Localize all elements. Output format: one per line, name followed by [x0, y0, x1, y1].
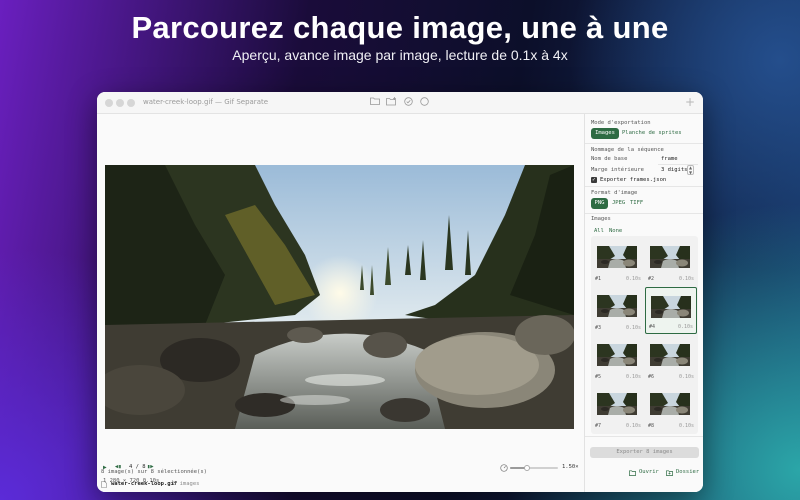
frame-number: #4 — [649, 324, 656, 330]
frame-thumbnail[interactable]: #7 0.10s — [592, 385, 644, 432]
status-bar: water-creek-loop.gif 8 images — [97, 478, 584, 492]
frame-duration: 0.10s — [678, 276, 694, 282]
frame-number: #1 — [595, 276, 602, 282]
check-circle-icon[interactable] — [402, 97, 414, 109]
frame-thumbnail-image — [650, 246, 690, 268]
frame-thumbnail[interactable]: #3 0.10s — [592, 287, 644, 334]
selection-status: 8 image(s) sur 8 sélectionnée(s) — [101, 469, 207, 475]
images-label: Images — [591, 216, 611, 222]
frame-thumbnail[interactable]: #6 0.10s — [645, 336, 697, 383]
frame-preview-image — [105, 165, 574, 429]
frame-number: #7 — [595, 423, 602, 429]
status-filename: water-creek-loop.gif — [111, 481, 178, 487]
format-jpeg-button[interactable]: JPEG — [612, 200, 625, 206]
frame-number: #3 — [595, 325, 602, 331]
frame-thumbnail-image — [597, 295, 637, 317]
frame-thumbnail-image — [597, 393, 637, 415]
frame-duration: 0.10s — [625, 276, 641, 282]
app-window: water-creek-loop.gif — Gif Separate + ▶ … — [97, 92, 703, 492]
frame-thumbnail-image — [650, 393, 690, 415]
frame-thumbnail[interactable]: #1 0.10s — [592, 238, 644, 285]
frame-duration: 0.10s — [678, 423, 694, 429]
frame-number: #8 — [648, 423, 655, 429]
speed-slider-knob[interactable] — [523, 465, 530, 471]
preview-area: ▶ ◀▮ 4 / 8 ▮▶ 1 280 × 720 0.10s 1.50× — [97, 114, 584, 492]
frame-number: #2 — [648, 276, 655, 282]
format-tiff-button[interactable]: TIFF — [630, 200, 643, 206]
export-json-label: Exporter frames.json — [600, 177, 667, 183]
frame-thumbnail[interactable]: #4 0.10s — [645, 287, 697, 334]
format-png-button[interactable]: PNG — [591, 198, 608, 209]
frame-duration: 0.10s — [625, 423, 641, 429]
frame-thumbnail-image — [597, 344, 637, 366]
speed-slider[interactable] — [510, 465, 558, 471]
frame-thumbnail[interactable]: #8 0.10s — [645, 385, 697, 432]
frame-number: #6 — [648, 374, 655, 380]
close-window-button[interactable] — [105, 99, 113, 107]
format-label: Format d'image — [591, 190, 638, 196]
frame-thumbnail[interactable]: #2 0.10s — [645, 238, 697, 285]
minimize-window-button[interactable] — [116, 99, 124, 107]
speed-gauge-icon — [500, 464, 508, 472]
export-json-checkbox[interactable]: ✓ — [591, 177, 597, 183]
basename-label: Nom de base — [591, 156, 628, 162]
padding-stepper[interactable]: ▲ ▼ — [687, 165, 694, 175]
frame-duration: 0.10s — [677, 324, 693, 330]
mode-images-button[interactable]: Images — [591, 128, 619, 139]
frame-thumbnail[interactable]: #5 0.10s — [592, 336, 644, 383]
file-icon — [101, 481, 107, 488]
frames-grid: #1 0.10s #2 0.10s #3 0.10s #4 0.10s #5 0.10s #6 0.1… — [591, 236, 698, 434]
frame-thumbnail-image — [597, 246, 637, 268]
speed-control: 1.50× — [500, 464, 582, 474]
frame-duration: 0.10s — [625, 374, 641, 380]
padding-label: Marge intérieure — [591, 167, 644, 173]
circle-icon[interactable] — [418, 97, 430, 109]
reveal-folder-icon — [666, 470, 673, 476]
export-mode-label: Mode d'exportation — [591, 120, 651, 126]
status-frame-count: 8 images — [173, 481, 200, 487]
subheadline: Aperçu, avance image par image, lecture … — [232, 47, 568, 63]
open-label: Ouvrir — [639, 469, 659, 475]
mode-sprites-button[interactable]: Planche de sprites — [622, 130, 682, 136]
naming-label: Nommage de la séquence — [591, 147, 664, 153]
add-button[interactable]: + — [685, 95, 695, 109]
select-none-button[interactable]: None — [609, 228, 622, 234]
headline: Parcourez chaque image, une à une — [131, 10, 669, 45]
folder-plus-icon[interactable] — [385, 97, 397, 109]
frame-thumbnail-image — [651, 296, 691, 318]
speed-value: 1.50× — [562, 464, 579, 470]
select-all-button[interactable]: All — [594, 228, 604, 234]
frame-duration: 0.10s — [625, 325, 641, 331]
frame-duration: 0.10s — [678, 374, 694, 380]
zoom-window-button[interactable] — [127, 99, 135, 107]
open-folder-icon — [629, 470, 636, 476]
basename-input[interactable]: frame — [661, 156, 678, 162]
folder-icon[interactable] — [369, 97, 381, 109]
export-button[interactable]: Exporter 8 images — [590, 447, 699, 458]
window-title: water-creek-loop.gif — Gif Separate — [143, 98, 269, 106]
padding-select[interactable]: 3 digits — [661, 167, 688, 173]
folder-label: Dossier — [676, 469, 700, 475]
export-sidebar: Mode d'exportation Images Planche de spr… — [584, 114, 703, 492]
title-bar: water-creek-loop.gif — Gif Separate + — [97, 92, 703, 114]
frame-number: #5 — [595, 374, 602, 380]
frame-thumbnail-image — [650, 344, 690, 366]
